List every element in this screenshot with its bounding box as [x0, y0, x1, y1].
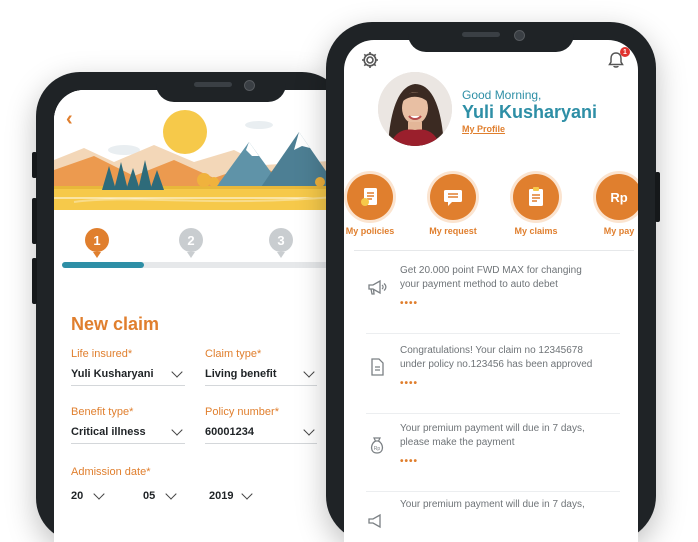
notification-text: Get 20.000 point FWD MAX for changing yo… [400, 265, 582, 290]
chevron-down-icon [241, 488, 254, 500]
gear-icon[interactable] [360, 50, 380, 75]
admission-date-field: Admission date* [71, 466, 271, 478]
admission-date-selects: 20 05 2019 [71, 488, 279, 502]
notification-divider [366, 333, 620, 334]
field-label: Claim type* [205, 348, 262, 360]
notification-text: Congratulations! Your claim no 12345678 … [400, 345, 593, 370]
phone-side-button [32, 258, 37, 304]
policy-number-field[interactable]: Policy number* 60001234 [205, 406, 317, 444]
my-profile-link[interactable]: My Profile [462, 124, 505, 134]
request-message-icon [430, 174, 476, 220]
field-value: Living benefit [205, 368, 277, 380]
claim-progress-fill [62, 262, 145, 268]
home-phone-frame: 1 Good Morning, Yuli Kusharyani My Profi… [326, 22, 660, 542]
policy-document-icon [347, 174, 393, 220]
greeting-text: Good Morning, [462, 88, 542, 102]
day-select[interactable]: 20 [71, 488, 143, 502]
step-number: 3 [277, 232, 285, 248]
chevron-down-icon [171, 366, 183, 378]
quick-action-label: My pay [603, 226, 635, 236]
notification-item[interactable]: Rp Your premium payment will due in 7 da… [366, 420, 626, 492]
quick-action-my-pay[interactable]: Rp My pay [584, 174, 638, 236]
quick-action-label: My request [429, 226, 477, 236]
chevron-down-icon [93, 488, 105, 500]
front-camera [514, 30, 525, 41]
speaker [462, 32, 500, 37]
home-screen: 1 Good Morning, Yuli Kusharyani My Profi… [344, 40, 638, 542]
quick-action-my-claims[interactable]: My claims [501, 174, 571, 236]
field-label: Admission date* [71, 466, 151, 478]
megaphone-icon [366, 510, 388, 532]
life-insured-select[interactable]: Yuli Kusharyani [71, 366, 185, 386]
user-name: Yuli Kusharyani [462, 102, 598, 122]
step-2[interactable]: 2 [179, 228, 203, 258]
life-insured-field[interactable]: Life insured* Yuli Kusharyani [71, 348, 185, 386]
chevron-down-icon [165, 488, 177, 500]
rp-glyph: Rp [610, 189, 628, 205]
phone-side-button [32, 198, 37, 244]
policy-number-select[interactable]: 60001234 [205, 424, 317, 444]
field-value: Yuli Kusharyani [71, 368, 154, 380]
notification-divider [366, 491, 620, 492]
step-number: 1 [93, 232, 101, 248]
step-3[interactable]: 3 [269, 228, 293, 258]
chevron-down-icon [303, 424, 315, 436]
avatar[interactable] [378, 72, 452, 146]
step-number: 2 [187, 232, 195, 248]
megaphone-icon [366, 276, 388, 298]
step-1[interactable]: 1 [85, 228, 109, 258]
quick-action-my-request[interactable]: My request [418, 174, 488, 236]
field-label: Benefit type* [71, 406, 134, 418]
field-label: Life insured* [71, 348, 133, 360]
claim-type-select[interactable]: Living benefit [205, 366, 317, 386]
notification-bell-button[interactable]: 1 [606, 47, 630, 75]
year-select[interactable]: 2019 [209, 488, 279, 502]
notification-dots: •••• [400, 378, 419, 389]
chevron-down-icon [171, 424, 183, 436]
quick-action-my-policies[interactable]: My policies [344, 174, 405, 236]
day-value: 20 [71, 490, 84, 502]
section-divider [354, 250, 634, 251]
chevron-down-icon [303, 366, 315, 378]
benefit-type-field[interactable]: Benefit type* Critical illness [71, 406, 185, 444]
phone-side-button [655, 172, 660, 222]
speaker [194, 82, 232, 87]
front-camera [244, 80, 255, 91]
field-label: Policy number* [205, 406, 279, 418]
phone-notch [408, 22, 574, 52]
claims-clipboard-icon [513, 174, 559, 220]
notification-item[interactable]: Your premium payment will due in 7 days, [366, 496, 626, 542]
notification-divider [366, 413, 620, 414]
notification-item[interactable]: Congratulations! Your claim no 12345678 … [366, 342, 626, 414]
year-value: 2019 [209, 490, 234, 502]
notification-badge: 1 [620, 47, 630, 57]
month-select[interactable]: 05 [143, 488, 209, 502]
document-icon [366, 356, 388, 378]
notification-text: Your premium payment will due in 7 days, [400, 499, 585, 510]
notification-item[interactable]: Get 20.000 point FWD MAX for changing yo… [366, 262, 626, 334]
page-title: New claim [71, 314, 160, 334]
landscape-illustration: ‹ [54, 90, 346, 210]
quick-action-label: My policies [345, 226, 395, 236]
field-value: Critical illness [71, 426, 146, 438]
month-value: 05 [143, 490, 156, 502]
notification-text: Your premium payment will due in 7 days,… [400, 423, 585, 448]
field-value: 60001234 [205, 426, 254, 438]
notification-dots: •••• [400, 456, 419, 467]
claim-progress-bar [62, 262, 346, 268]
phone-notch [156, 72, 286, 102]
back-button[interactable]: ‹ [66, 108, 73, 131]
claim-screen: ‹ 1 2 3 New claim Life insured* Yuli Kus… [54, 90, 346, 542]
quick-action-label: My claims [514, 226, 558, 236]
notification-dots: •••• [400, 298, 419, 309]
phone-side-button [32, 152, 37, 178]
money-bag-icon: Rp [366, 434, 388, 456]
payment-rp-icon: Rp [596, 174, 638, 220]
claim-phone-frame: ‹ 1 2 3 New claim Life insured* Yuli Kus… [32, 72, 346, 542]
benefit-type-select[interactable]: Critical illness [71, 424, 185, 444]
svg-text:Rp: Rp [374, 446, 381, 452]
claim-type-field[interactable]: Claim type* Living benefit [205, 348, 317, 386]
